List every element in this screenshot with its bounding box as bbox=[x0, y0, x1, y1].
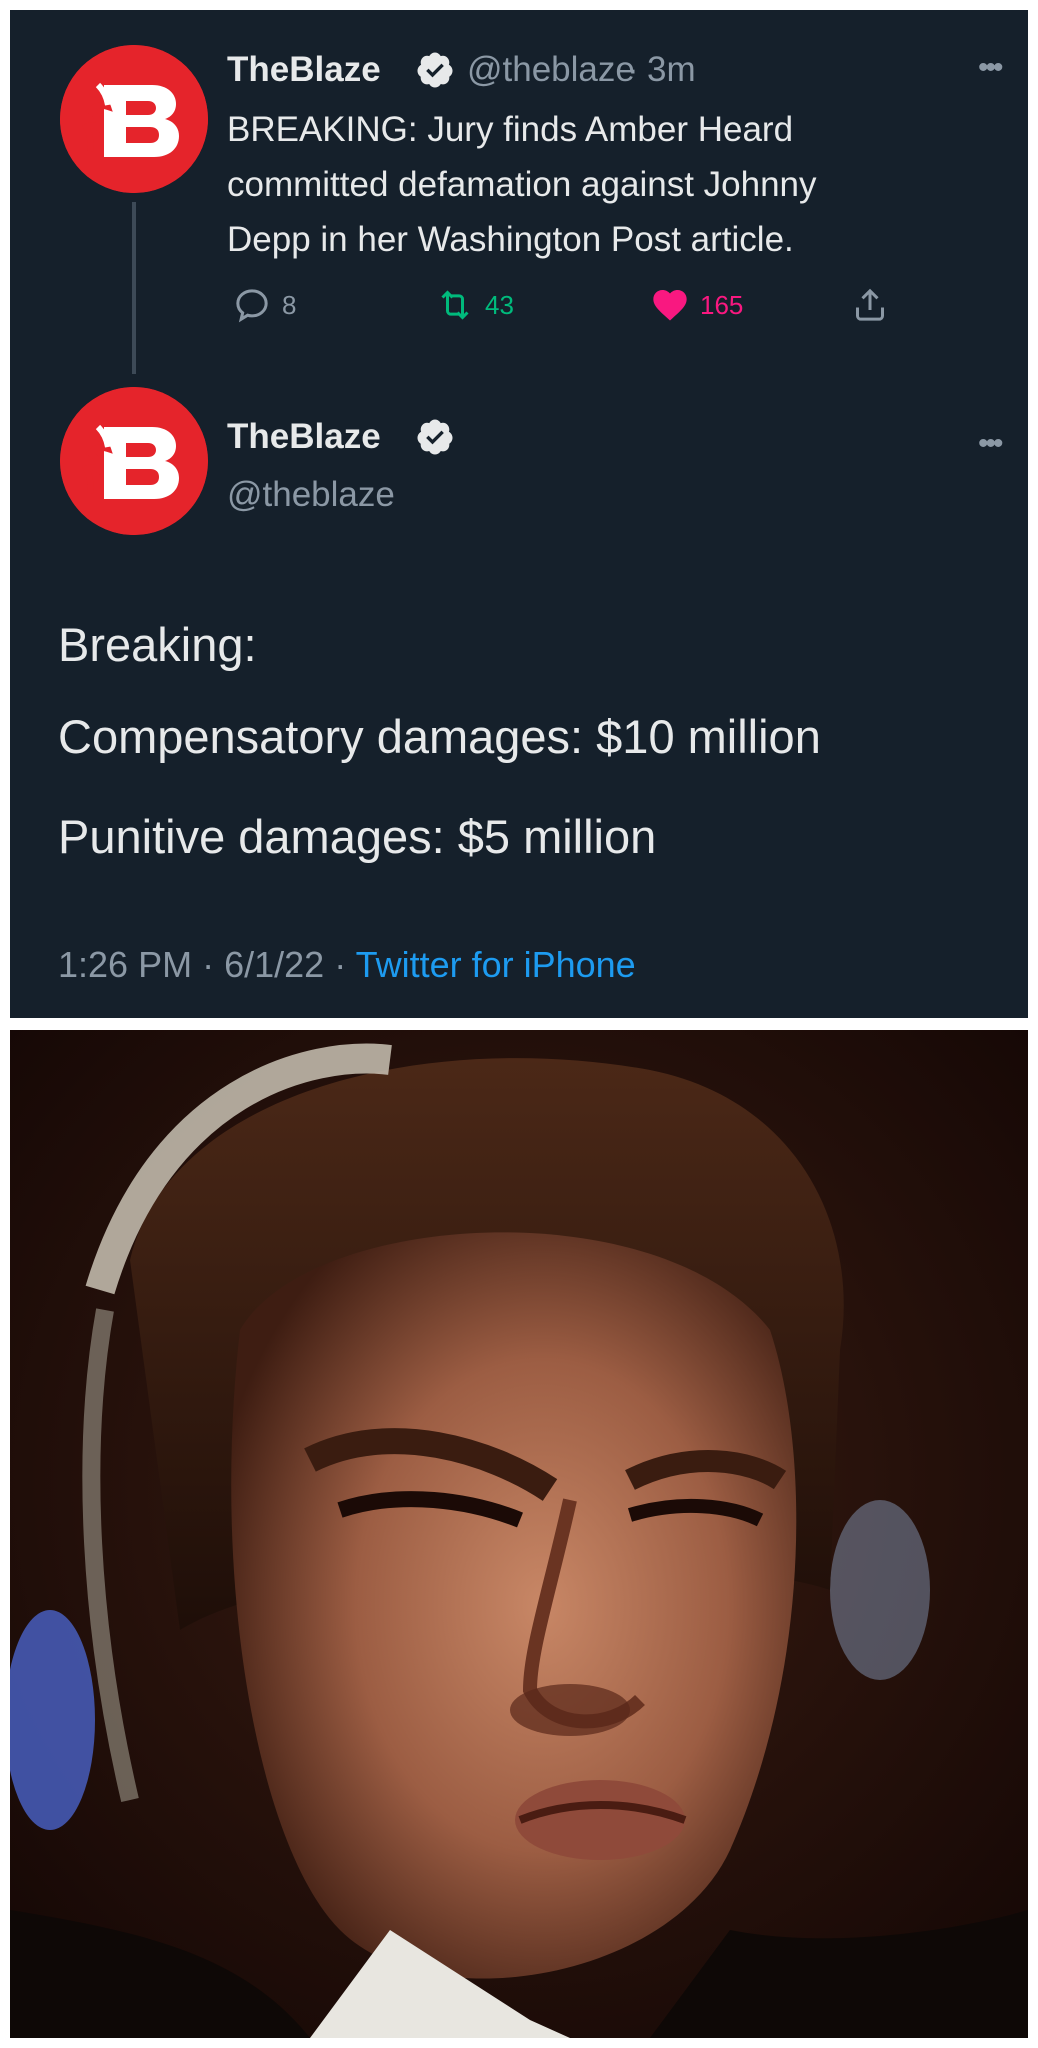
meta-separator: · bbox=[627, 50, 639, 89]
tweet-text-line: Depp in her Washington Post article. bbox=[227, 220, 794, 259]
blaze-logo-icon bbox=[60, 45, 208, 193]
retweet-icon bbox=[441, 290, 469, 320]
tweet-body-line: Breaking: bbox=[58, 618, 257, 671]
reply-count: 8 bbox=[282, 289, 297, 320]
tweet-text-line: BREAKING: Jury finds Amber Heard bbox=[227, 110, 794, 149]
share-icon bbox=[856, 288, 884, 321]
tweet-date[interactable]: 6/1/22 bbox=[224, 944, 324, 985]
tweet-text-line: committed defamation against Johnny bbox=[227, 165, 817, 204]
tweet-author-name[interactable]: TheBlaze bbox=[227, 417, 381, 457]
retweet-count: 43 bbox=[485, 289, 514, 320]
reply-button[interactable]: 8 bbox=[232, 282, 296, 328]
heart-icon bbox=[653, 290, 687, 321]
more-horizontal-icon[interactable]: ••• bbox=[978, 53, 1003, 83]
verified-badge-icon bbox=[415, 417, 455, 457]
tweet-handle[interactable]: @theblaze bbox=[467, 50, 635, 90]
retweet-button[interactable]: 43 bbox=[435, 282, 514, 328]
share-button[interactable] bbox=[850, 282, 890, 328]
blaze-logo-icon bbox=[60, 387, 208, 535]
like-count: 165 bbox=[700, 289, 744, 320]
tweet-time-ago[interactable]: 3m bbox=[647, 50, 696, 90]
theblaze-avatar[interactable] bbox=[60, 45, 208, 193]
tweet-handle[interactable]: @theblaze bbox=[227, 475, 395, 515]
theblaze-avatar[interactable] bbox=[60, 387, 208, 535]
verified-badge-icon bbox=[415, 50, 455, 90]
tweet-body-line: Compensatory damages: $10 million bbox=[58, 710, 821, 763]
tweet-time[interactable]: 1:26 PM bbox=[58, 944, 192, 985]
tweet-author-name[interactable]: TheBlaze bbox=[227, 50, 381, 90]
thread-connector-line bbox=[132, 202, 136, 374]
reaction-face-image bbox=[10, 1030, 1028, 2038]
reply-icon bbox=[236, 289, 268, 323]
tweet-thread-screenshot: TheBlaze @theblaze · 3m ••• BREAKING: Ju… bbox=[10, 10, 1028, 1018]
meta-separator: · bbox=[202, 944, 215, 985]
meta-separator: · bbox=[334, 944, 347, 985]
like-button[interactable]: 165 bbox=[650, 282, 743, 328]
tweet-source-link[interactable]: Twitter for iPhone bbox=[356, 944, 636, 985]
tweet-body-line: Punitive damages: $5 million bbox=[58, 810, 657, 863]
more-horizontal-icon[interactable]: ••• bbox=[978, 429, 1003, 459]
tweet-timestamp-row: 1:26 PM · 6/1/22 · Twitter for iPhone bbox=[58, 945, 636, 985]
